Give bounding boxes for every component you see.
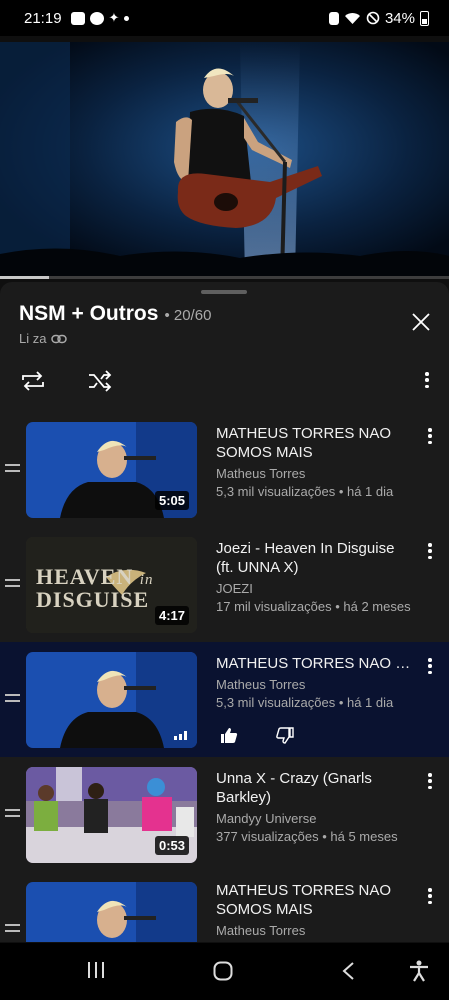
butterfly-icon: ✦	[108, 10, 120, 25]
gallery-icon	[70, 11, 85, 25]
shuffle-button[interactable]	[85, 368, 115, 394]
video-meta: 17 mil visualizações • há 2 meses	[216, 599, 411, 614]
playlist-owner-name: Li za	[19, 331, 47, 346]
item-menu-button[interactable]	[423, 771, 437, 791]
video-channel: Matheus Torres	[216, 677, 306, 692]
accessibility-button[interactable]	[409, 960, 429, 982]
playlist-count: 20/60	[173, 307, 212, 324]
playlist-item[interactable]: 0:53 Unna X - Crazy (Gnarls Barkley) Man…	[0, 757, 449, 872]
close-icon	[412, 313, 430, 331]
status-bar: 21:19 ✦ 34%	[0, 0, 449, 36]
now-playing-icon	[174, 731, 187, 740]
video-frame	[0, 42, 449, 276]
alarm-icon	[328, 11, 339, 25]
drag-reorder-icon[interactable]	[5, 694, 20, 706]
video-meta: 377 visualizações • há 5 meses	[216, 829, 398, 844]
video-player[interactable]	[0, 42, 449, 276]
video-duration: 5:05	[154, 491, 189, 510]
repeat-button[interactable]	[18, 368, 48, 394]
video-meta: 5,3 mil visualizações • há 1 dia	[216, 484, 394, 499]
video-channel: Matheus Torres	[216, 923, 306, 938]
drag-reorder-icon[interactable]	[5, 924, 20, 936]
item-menu-button[interactable]	[423, 426, 437, 446]
video-title: MATHEUS TORRES NAO SOMOS MAIS	[216, 655, 416, 672]
video-title: MATHEUS TORRES NAO SOMOS MAIS	[216, 425, 392, 461]
thumb-text-line2: DISGUISE	[36, 587, 150, 612]
dislike-button[interactable]	[276, 727, 294, 744]
dnd-icon	[366, 11, 380, 25]
playlist-panel: NSM + Outros • 20/60 Li za 5:05 MATHEUS …	[0, 282, 449, 942]
accessibility-icon	[410, 960, 428, 982]
playlist-header: NSM + Outros • 20/60	[19, 302, 211, 326]
item-menu-button[interactable]	[423, 886, 437, 906]
home-icon	[213, 961, 233, 981]
dot-icon	[124, 15, 130, 21]
playlist-title: NSM + Outros	[19, 302, 159, 325]
status-time: 21:19	[24, 9, 62, 27]
back-icon	[342, 962, 354, 980]
video-progress-fill	[0, 276, 50, 279]
more-icon	[425, 372, 429, 376]
video-channel: Matheus Torres	[216, 466, 306, 481]
playlist-menu-button[interactable]	[420, 370, 434, 390]
like-button[interactable]	[220, 727, 238, 744]
drag-reorder-icon[interactable]	[5, 464, 20, 476]
video-title: MATHEUS TORRES NAO SOMOS MAIS	[216, 882, 392, 918]
video-title: Joezi - Heaven In Disguise (ft. UNNA X)	[216, 540, 395, 576]
back-button[interactable]	[341, 961, 355, 981]
video-progress-bar[interactable]	[0, 276, 449, 279]
video-thumbnail: HEAVEN in DISGUISE 4:17	[26, 537, 197, 633]
playlist-item[interactable]: HEAVEN in DISGUISE 4:17 Joezi - Heaven I…	[0, 527, 449, 642]
playlist-owner[interactable]: Li za	[19, 331, 68, 346]
playlist-item[interactable]: MATHEUS TORRES NAO SOMOS MAIS Matheus To…	[0, 872, 449, 942]
recent-apps-icon	[88, 962, 104, 978]
playlist-item[interactable]: 5:05 MATHEUS TORRES NAO SOMOS MAIS Mathe…	[0, 412, 449, 527]
wifi-icon	[344, 12, 360, 24]
item-menu-button[interactable]	[423, 656, 437, 676]
item-menu-button[interactable]	[423, 541, 437, 561]
thumb-text-line1: HEAVEN	[36, 564, 134, 589]
video-duration: 4:17	[154, 606, 189, 625]
video-channel: Mandyy Universe	[216, 811, 317, 826]
shuffle-icon	[89, 370, 112, 392]
playlist-item-now-playing[interactable]: MATHEUS TORRES NAO SOMOS MAIS Matheus To…	[0, 642, 449, 757]
video-duration: 0:53	[154, 836, 189, 855]
video-channel: JOEZI	[216, 581, 253, 596]
battery-icon	[420, 10, 429, 26]
drag-handle[interactable]	[201, 290, 247, 294]
system-nav-bar	[0, 943, 449, 1000]
link-icon	[51, 334, 68, 343]
video-thumbnail: 5:05	[26, 422, 197, 518]
whatsapp-icon	[89, 11, 104, 25]
video-meta: 5,3 mil visualizações • há 1 dia	[216, 695, 394, 710]
thumb-text-in: in	[139, 572, 154, 588]
battery-percent: 34%	[384, 9, 415, 27]
recent-apps-button[interactable]	[86, 961, 106, 979]
video-thumbnail: 0:53	[26, 767, 197, 863]
close-button[interactable]	[409, 310, 433, 334]
video-thumbnail	[26, 882, 197, 942]
video-title: Unna X - Crazy (Gnarls Barkley)	[216, 770, 372, 806]
drag-reorder-icon[interactable]	[5, 809, 20, 821]
playlist-separator: •	[164, 307, 170, 324]
drag-reorder-icon[interactable]	[5, 579, 20, 591]
repeat-icon	[22, 371, 44, 391]
home-button[interactable]	[213, 961, 233, 981]
video-thumbnail	[26, 652, 197, 748]
